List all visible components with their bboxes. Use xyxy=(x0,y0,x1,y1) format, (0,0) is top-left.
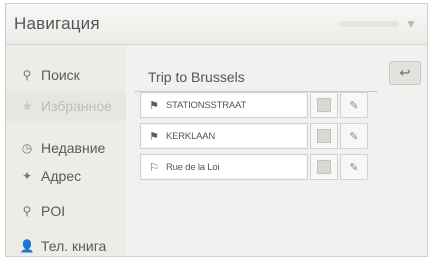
sidebar-item-label: Поиск xyxy=(41,67,80,83)
signal-icon: ▼ xyxy=(405,17,417,31)
delete-destination-button[interactable] xyxy=(310,92,338,118)
destination-row: ⚐ Rue de la Loi ✎ xyxy=(140,154,380,180)
sidebar-item-label: Адрес xyxy=(41,168,82,184)
edit-destination-button[interactable]: ✎ xyxy=(340,123,368,149)
destination-name: Rue de la Loi xyxy=(166,161,220,173)
trip-title: Trip to Brussels xyxy=(148,69,245,85)
flag-icon: ⚑ xyxy=(149,99,159,112)
destination-item[interactable]: ⚑ KERKLAAN xyxy=(140,123,308,149)
recent-icon: ◷ xyxy=(21,141,33,155)
sidebar-item-address[interactable]: ✦ Адрес xyxy=(6,161,126,191)
star-icon: ★ xyxy=(21,99,33,113)
sidebar: ⚲ Поиск ★ Избранное ◷ Недавние ✦ Адрес ⚲… xyxy=(6,45,126,256)
search-icon: ⚲ xyxy=(22,68,32,82)
edit-icon: ✎ xyxy=(349,130,359,143)
destination-row: ⚑ STATIONSSTRAAT ✎ xyxy=(140,92,380,118)
sidebar-item-label: Недавние xyxy=(41,140,106,156)
status-area: ▼ xyxy=(327,17,417,31)
sidebar-item-phonebook[interactable]: 👤 Тел. книга xyxy=(6,231,126,256)
delete-icon xyxy=(317,129,331,143)
edit-icon: ✎ xyxy=(349,99,359,112)
phonebook-icon: 👤 xyxy=(19,239,35,253)
edit-destination-button[interactable]: ✎ xyxy=(340,92,368,118)
screen-title: Навигация xyxy=(14,14,100,33)
back-icon: ↩ xyxy=(399,65,411,80)
status-indicator-bar xyxy=(339,21,399,27)
edit-destination-button[interactable]: ✎ xyxy=(340,154,368,180)
sidebar-item-label: Избранное xyxy=(41,98,112,114)
destination-item[interactable]: ⚑ STATIONSSTRAAT xyxy=(140,92,308,118)
sidebar-item-label: Тел. книга xyxy=(41,238,107,254)
destination-row: ⚑ KERKLAAN ✎ xyxy=(140,123,380,149)
trip-panel: Trip to Brussels ↩ ⚑ STATIONSSTRAAT ✎ ⚑ … xyxy=(130,45,425,256)
sidebar-item-recent[interactable]: ◷ Недавние xyxy=(6,133,126,163)
navigation-screen: Навигация ▼ ⚲ Поиск ★ Избранное ◷ Недавн… xyxy=(5,3,428,257)
flag-icon: ⚑ xyxy=(149,130,159,143)
sidebar-item-favorites[interactable]: ★ Избранное xyxy=(6,91,126,121)
destination-item[interactable]: ⚐ Rue de la Loi xyxy=(140,154,308,180)
delete-icon xyxy=(317,98,331,112)
poi-icon: ⚲ xyxy=(22,204,32,218)
sidebar-item-label: POI xyxy=(41,203,66,219)
address-icon: ✦ xyxy=(21,169,33,183)
delete-icon xyxy=(317,160,331,174)
delete-destination-button[interactable] xyxy=(310,123,338,149)
delete-destination-button[interactable] xyxy=(310,154,338,180)
destination-name: KERKLAAN xyxy=(166,130,216,142)
back-button[interactable]: ↩ xyxy=(389,61,421,85)
title-bar: Навигация ▼ xyxy=(6,4,427,45)
sidebar-item-poi[interactable]: ⚲ POI xyxy=(6,196,126,226)
sidebar-item-search[interactable]: ⚲ Поиск xyxy=(6,60,126,90)
destination-name: STATIONSSTRAAT xyxy=(166,99,247,111)
edit-icon: ✎ xyxy=(349,161,359,174)
trip-header: Trip to Brussels xyxy=(134,63,378,92)
flag-icon: ⚐ xyxy=(149,161,159,174)
